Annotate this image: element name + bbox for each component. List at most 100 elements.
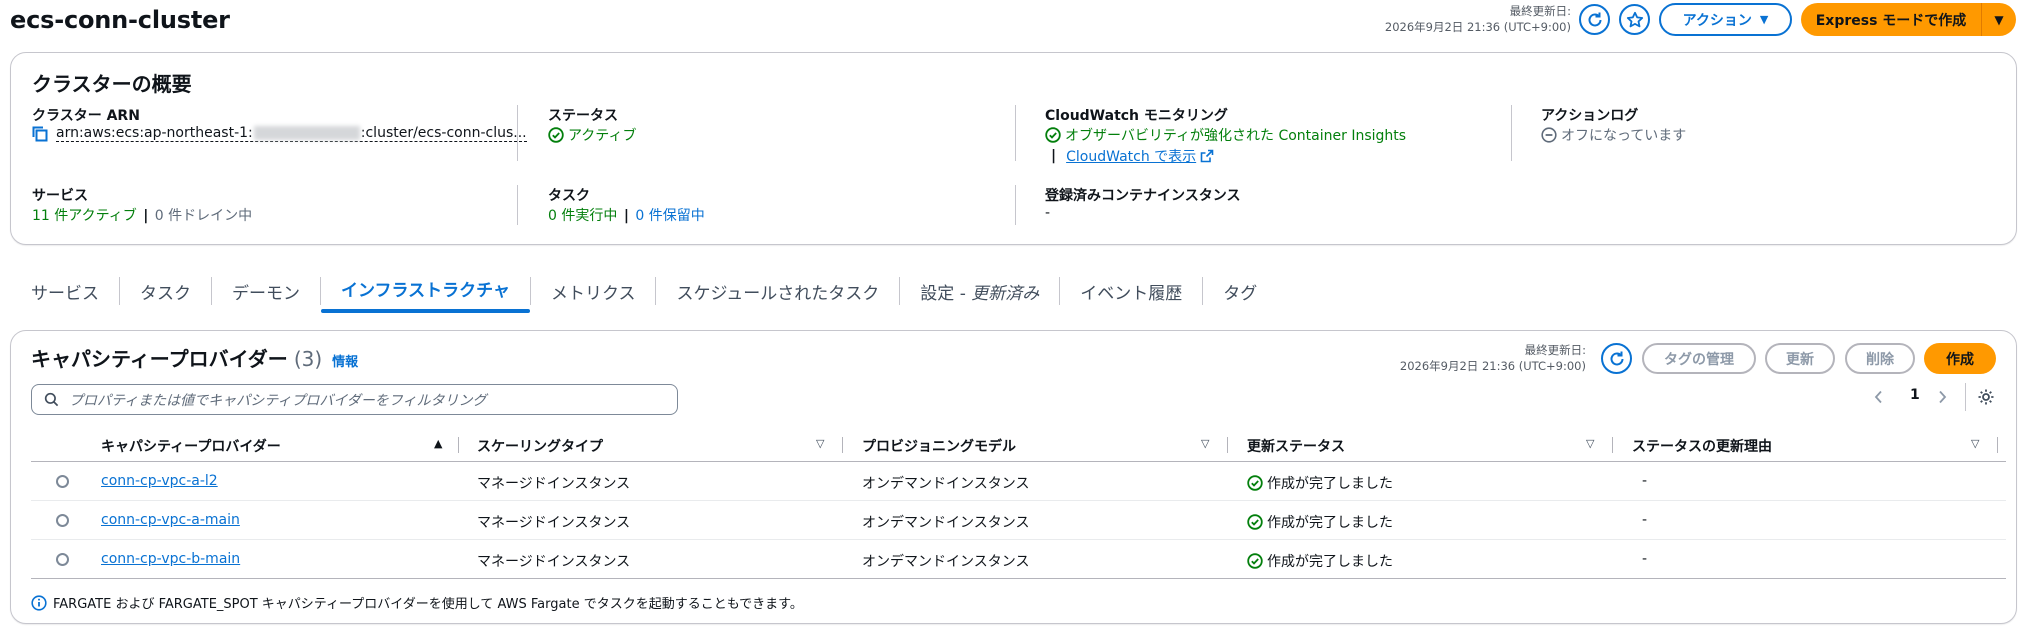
refresh-icon (1610, 351, 1623, 365)
tab-scheduled-tasks[interactable]: スケジュールされたタスク (656, 279, 899, 304)
caret-down-icon[interactable]: ▼ (1982, 13, 2016, 27)
status-label: ステータス (548, 108, 618, 124)
provisioning-model-cell: オンデマンドインスタンス (862, 476, 1030, 492)
scaling-type-cell: マネージドインスタンス (477, 515, 631, 531)
tab-metrics[interactable]: メトリクス (531, 279, 656, 304)
sort-icon[interactable]: ▽ (1971, 437, 1979, 450)
fargate-note-text: FARGATE および FARGATE_SPOT キャパシティープロバイダーを使… (53, 597, 803, 612)
tab-list: サービス タスク デーモン インフラストラクチャ メトリクス スケジュールされた… (10, 270, 1277, 313)
cp-last-updated: 最終更新日: 2026年9月2日 21:36 (UTC+9:00) (1400, 342, 1586, 374)
sort-icon[interactable]: ▽ (1586, 437, 1594, 450)
tasks-label: タスク (548, 188, 590, 204)
copy-icon[interactable] (32, 126, 48, 142)
table-row: conn-cp-vpc-a-main マネージドインスタンス オンデマンドインス… (31, 501, 2006, 539)
cp-updated-value: 2026年9月2日 21:36 (UTC+9:00) (1399, 359, 1586, 373)
status-reason-cell: - (1642, 512, 1648, 528)
refresh-button[interactable] (1579, 4, 1610, 35)
tab-services[interactable]: サービス (10, 279, 119, 304)
page-title: ecs-conn-cluster (10, 6, 230, 34)
cp-count: (3) (293, 347, 323, 371)
tasks-value: 0 件実行中 | 0 件保留中 (548, 205, 705, 225)
capacity-provider-link[interactable]: conn-cp-vpc-a-main (101, 512, 240, 528)
scaling-type-cell: マネージドインスタンス (477, 554, 631, 570)
arn-value: arn:aws:ecs:ap-northeast-1: :cluster/ecs… (32, 125, 527, 142)
services-draining: 0 件ドレイン中 (154, 208, 253, 224)
delete-button[interactable]: 削除 (1845, 343, 1915, 374)
tab-daemons[interactable]: デーモン (212, 279, 320, 304)
page-number[interactable]: 1 (1910, 387, 1920, 403)
col-update-status[interactable]: 更新ステータス (1247, 436, 1345, 456)
cluster-overview-card: クラスターの概要 クラスター ARN arn:aws:ecs:ap-northe… (10, 52, 2017, 245)
scaling-type-cell: マネージドインスタンス (477, 476, 631, 492)
success-icon (548, 127, 564, 143)
arn-label: クラスター ARN (32, 108, 140, 124)
tab-event-history[interactable]: イベント履歴 (1060, 279, 1202, 304)
tab-configuration[interactable]: 設定 - 更新済み (900, 279, 1059, 304)
cp-title: キャパシティープロバイダー (31, 347, 288, 371)
caret-down-icon: ▼ (1759, 13, 1769, 26)
capacity-provider-link[interactable]: conn-cp-vpc-b-main (101, 551, 240, 567)
cloudwatch-value: オブザーバビリティが強化された Container Insights (1045, 125, 1406, 145)
status-text: アクティブ (568, 128, 637, 144)
info-link[interactable]: 情報 (332, 351, 358, 370)
separator: | (143, 208, 149, 224)
services-active: 11 件アクティブ (32, 208, 137, 224)
create-button[interactable]: 作成 (1924, 343, 1996, 374)
status-reason-cell: - (1642, 551, 1648, 567)
cloudwatch-link-row: | CloudWatch で表示 (1051, 146, 1214, 166)
tab-infrastructure[interactable]: インフラストラクチャ (321, 270, 530, 313)
sort-icon[interactable]: ▽ (1201, 437, 1209, 450)
external-link-icon (1200, 149, 1214, 163)
arn-suffix: :cluster/ecs-conn-clus... (360, 125, 527, 141)
filter-input[interactable]: プロパティまたは値でキャパシティプロバイダーをフィルタリング (31, 384, 678, 415)
prev-page-icon[interactable] (1873, 389, 1885, 408)
filter-placeholder: プロパティまたは値でキャパシティプロバイダーをフィルタリング (69, 392, 487, 409)
express-create-label: Express モードで作成 (1815, 12, 1967, 29)
table-row: conn-cp-vpc-b-main マネージドインスタンス オンデマンドインス… (31, 540, 2006, 578)
update-status-cell: 作成が完了しました (1247, 512, 1393, 532)
favorite-button[interactable] (1619, 4, 1650, 35)
cp-refresh-button[interactable] (1601, 343, 1632, 374)
sort-icon[interactable]: ▽ (816, 437, 824, 450)
overview-title: クラスターの概要 (32, 72, 192, 96)
tab-configuration-label: 設定 - (920, 283, 966, 304)
col-scaling-type[interactable]: スケーリングタイプ (477, 436, 603, 456)
actions-dropdown-button[interactable]: アクション ▼ (1659, 3, 1792, 36)
update-button[interactable]: 更新 (1765, 343, 1835, 374)
manage-tags-button[interactable]: タグの管理 (1642, 343, 1756, 374)
col-provisioning-model[interactable]: プロビジョニングモデル (862, 436, 1016, 456)
status-value: アクティブ (548, 125, 636, 145)
col-capacity-provider[interactable]: キャパシティープロバイダー (101, 436, 281, 456)
cp-updated-label: 最終更新日: (1524, 343, 1586, 357)
action-log-value: オフになっています (1541, 125, 1686, 145)
next-page-icon[interactable] (1936, 389, 1948, 408)
stopped-icon (1541, 127, 1557, 143)
redacted-account-id (253, 126, 360, 140)
services-value: 11 件アクティブ | 0 件ドレイン中 (32, 205, 252, 225)
services-label: サービス (32, 188, 88, 204)
arn-text: arn:aws:ecs:ap-northeast-1: :cluster/ecs… (56, 125, 527, 142)
table-header: キャパシティープロバイダー ▲ スケーリングタイプ ▽ プロビジョニングモデル … (31, 427, 2006, 457)
cloudwatch-label: CloudWatch モニタリング (1045, 108, 1228, 124)
last-updated-label: 最終更新日: (1509, 4, 1571, 18)
update-status-cell: 作成が完了しました (1247, 551, 1393, 571)
cloudwatch-status-text: オブザーバビリティが強化された Container Insights (1065, 128, 1407, 144)
row-select-radio[interactable] (56, 475, 69, 488)
capacity-provider-link[interactable]: conn-cp-vpc-a-l2 (101, 473, 218, 489)
express-create-split-button[interactable]: Express モードで作成 ▼ (1801, 3, 2016, 36)
row-select-radio[interactable] (56, 553, 69, 566)
container-instances-label: 登録済みコンテナインスタンス (1045, 188, 1241, 204)
search-icon (44, 392, 59, 407)
sort-ascending-icon[interactable]: ▲ (434, 437, 442, 450)
col-status-reason[interactable]: ステータスの更新理由 (1632, 436, 1772, 456)
settings-gear-icon[interactable] (1977, 388, 1995, 410)
container-instances-value: - (1045, 205, 1051, 221)
update-status-cell: 作成が完了しました (1247, 473, 1393, 493)
cloudwatch-view-link[interactable]: CloudWatch で表示 (1066, 146, 1196, 166)
capacity-providers-card: キャパシティープロバイダー (3) 情報 最終更新日: 2026年9月2日 21… (10, 330, 2017, 624)
row-select-radio[interactable] (56, 514, 69, 527)
tab-tasks[interactable]: タスク (120, 279, 211, 304)
fargate-note: FARGATE および FARGATE_SPOT キャパシティープロバイダーを使… (31, 593, 803, 612)
tab-tags[interactable]: タグ (1203, 279, 1277, 304)
success-icon (1247, 514, 1263, 530)
